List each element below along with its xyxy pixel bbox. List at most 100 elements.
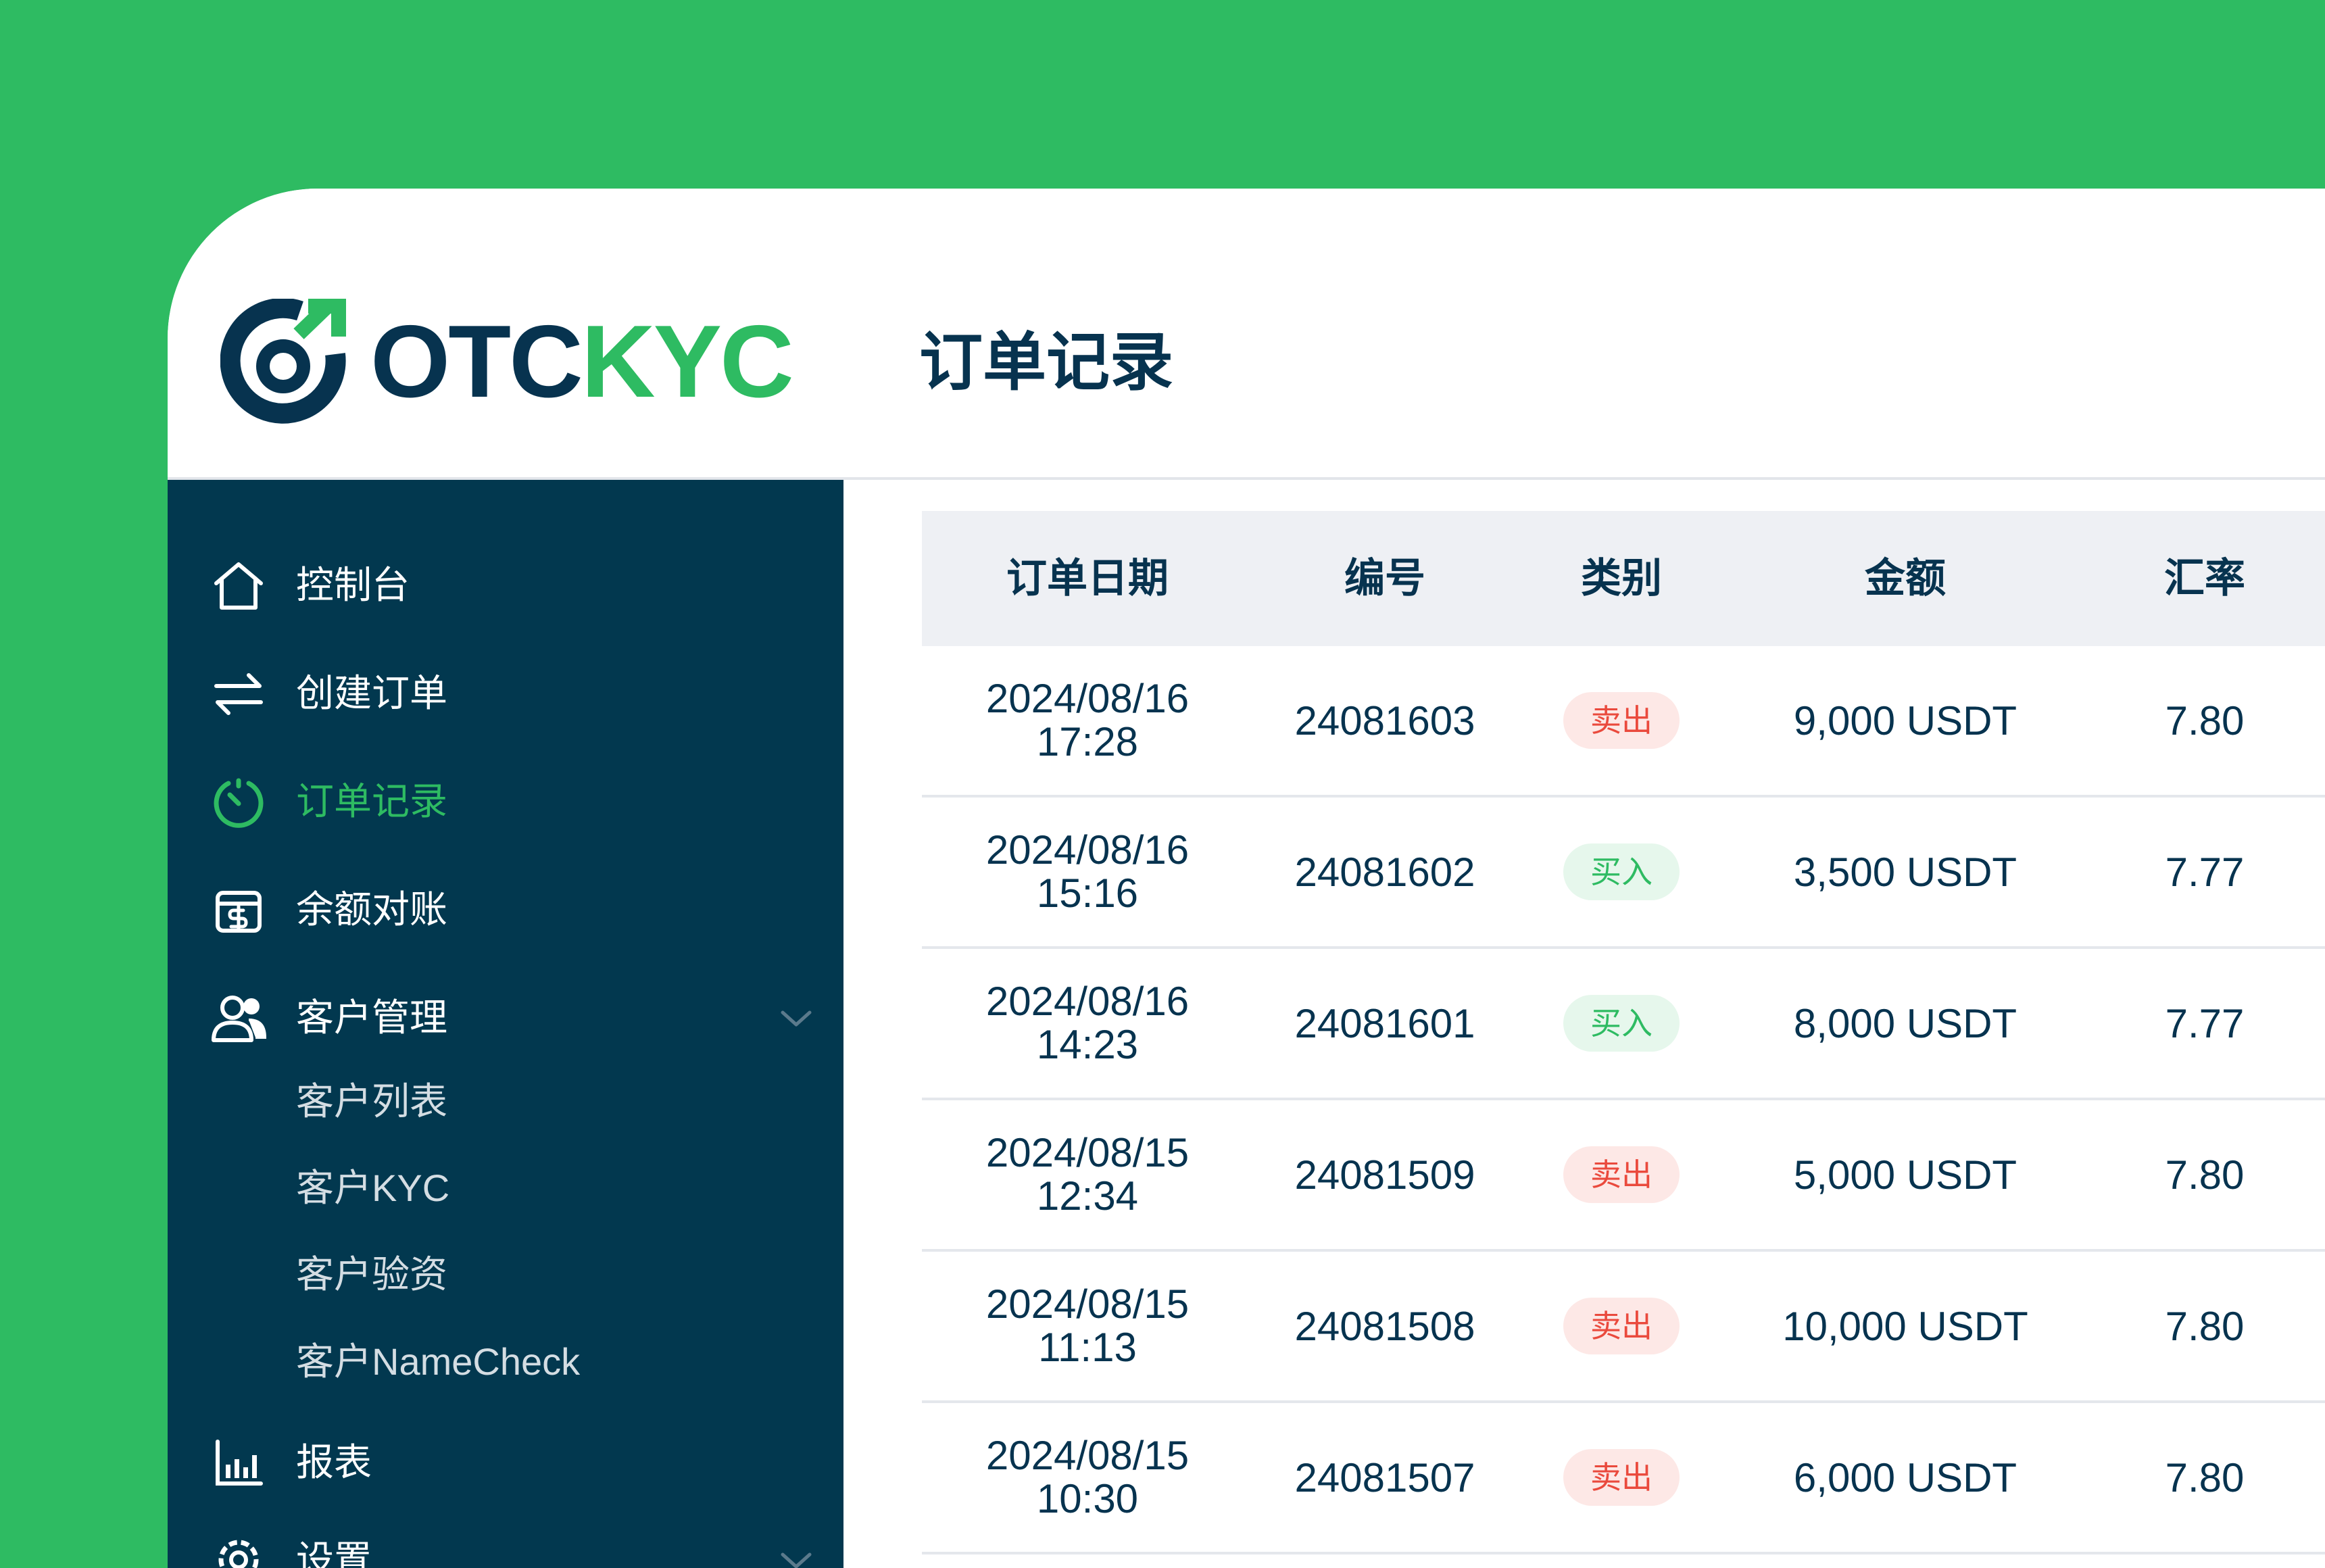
sidebar-subitem-customer-kyc[interactable]: 客户KYC	[168, 1155, 843, 1223]
order-type-cell: 卖出	[1517, 1252, 1726, 1400]
order-amount: 6,000 USDT	[1793, 1454, 2017, 1500]
bar-chart-icon	[216, 1440, 263, 1486]
order-type-cell: 卖出	[1517, 646, 1726, 795]
order-rate: 7.77	[2165, 1000, 2245, 1046]
order-number: 24081603	[1294, 697, 1475, 743]
order-amount: 9,000 USDT	[1793, 697, 2017, 743]
sidebar-item-label: 客户管理	[296, 996, 447, 1039]
order-date-cell: 2024/08/15 11:13	[922, 1252, 1253, 1400]
sidebar-item-label: 控制台	[296, 564, 410, 606]
order-amount: 8,000 USDT	[1793, 1000, 2017, 1046]
sidebar-subitem-customer-list[interactable]: 客户列表	[168, 1069, 843, 1136]
sidebar-item-reports[interactable]: 报表	[168, 1422, 843, 1503]
order-time: 12:34	[1036, 1173, 1139, 1219]
sidebar-item-label: 创建订单	[296, 672, 447, 714]
order-time: 17:28	[1036, 719, 1139, 764]
order-time: 11:13	[1038, 1325, 1137, 1370]
table-row[interactable]: 2024/08/16 15:16 24081602 买入 3,500 USDT 7…	[922, 798, 2325, 949]
order-date: 2024/08/16	[985, 979, 1190, 1024]
app-window: OTCKYC 订单记录 控制台 创建订单 订单记录 余额对账 客户管理 客户列表…	[168, 189, 2325, 1568]
users-icon	[212, 996, 267, 1042]
order-rate: 7.80	[2165, 1454, 2245, 1500]
order-type-badge: 卖出	[1563, 1449, 1680, 1506]
sidebar-item-customer-management[interactable]: 客户管理	[168, 977, 843, 1058]
app-header: OTCKYC 订单记录	[168, 189, 2325, 480]
sidebar-item-create-order[interactable]: 创建订单	[168, 653, 843, 734]
order-amount: 10,000 USDT	[1782, 1303, 2028, 1349]
order-type-badge: 卖出	[1563, 1146, 1680, 1203]
order-time: 14:23	[1036, 1022, 1139, 1067]
sidebar: 控制台 创建订单 订单记录 余额对账 客户管理 客户列表 客户KYC 客户验资 …	[168, 480, 843, 1568]
logo-text-kyc: KYC	[581, 304, 794, 419]
swap-arrows-icon	[214, 673, 263, 715]
sidebar-item-label: 订单记录	[296, 780, 447, 823]
order-number: 24081602	[1294, 849, 1475, 895]
logo-wordmark[interactable]: OTCKYC	[370, 303, 794, 420]
logo-text-otc: OTC	[370, 304, 583, 419]
main-content: 订单日期 编号 类别 金额 汇率 2024/08/16 17:28 2408160…	[843, 480, 2325, 1568]
order-rate: 7.80	[2165, 697, 2245, 743]
order-type-cell: 买入	[1517, 798, 1726, 946]
column-header-type[interactable]: 类别	[1517, 511, 1726, 646]
otckyc-logo-icon[interactable]	[220, 299, 346, 424]
order-date: 2024/08/16	[985, 827, 1190, 873]
sidebar-item-label: 设置	[296, 1538, 372, 1568]
sidebar-subitem-customer-verification[interactable]: 客户验资	[168, 1242, 843, 1309]
order-date-cell: 2024/08/15 10:30	[922, 1403, 1253, 1552]
orders-table: 订单日期 编号 类别 金额 汇率 2024/08/16 17:28 2408160…	[922, 511, 2325, 1554]
table-row[interactable]: 2024/08/15 11:13 24081508 卖出 10,000 USDT …	[922, 1252, 2325, 1403]
order-type-badge: 卖出	[1563, 1298, 1680, 1354]
gear-icon	[218, 1540, 259, 1568]
order-type-badge: 卖出	[1563, 692, 1680, 749]
history-clock-icon	[214, 778, 264, 828]
order-date-cell: 2024/08/16 17:28	[922, 646, 1253, 795]
order-rate: 7.80	[2165, 1152, 2245, 1198]
sidebar-item-order-history[interactable]: 订单记录	[168, 761, 843, 842]
sidebar-subitem-label: 客户列表	[296, 1080, 447, 1123]
order-rate: 7.80	[2165, 1303, 2245, 1349]
table-row[interactable]: 2024/08/15 10:30 24081507 卖出 6,000 USDT 7…	[922, 1403, 2325, 1554]
order-date-cell: 2024/08/15 12:34	[922, 1100, 1253, 1249]
sidebar-item-dashboard[interactable]: 控制台	[168, 545, 843, 626]
order-number: 24081508	[1294, 1303, 1475, 1349]
sidebar-item-label: 报表	[296, 1441, 372, 1484]
column-header-rate[interactable]: 汇率	[2084, 511, 2325, 646]
sidebar-subitem-customer-namecheck[interactable]: 客户NameCheck	[168, 1329, 843, 1396]
home-icon	[214, 562, 263, 610]
page-title: 订单记录	[919, 326, 1174, 397]
chevron-down-icon[interactable]	[777, 1541, 815, 1568]
order-date: 2024/08/16	[985, 676, 1190, 721]
column-header-date[interactable]: 订单日期	[922, 511, 1253, 646]
table-header: 订单日期 编号 类别 金额 汇率	[922, 511, 2325, 646]
order-rate: 7.77	[2165, 849, 2245, 895]
wallet-dollar-icon	[216, 891, 262, 933]
sidebar-subitem-label: 客户KYC	[296, 1167, 450, 1209]
order-type-cell: 卖出	[1517, 1100, 1726, 1249]
order-number: 24081509	[1294, 1152, 1475, 1198]
order-date: 2024/08/15	[985, 1281, 1190, 1327]
order-time: 15:16	[1036, 871, 1139, 916]
order-number: 24081507	[1294, 1454, 1475, 1500]
order-time: 10:30	[1036, 1476, 1139, 1521]
sidebar-subitem-label: 客户验资	[296, 1253, 447, 1296]
table-row[interactable]: 2024/08/16 17:28 24081603 卖出 9,000 USDT 7…	[922, 646, 2325, 798]
order-date: 2024/08/15	[985, 1130, 1190, 1175]
order-date-cell: 2024/08/16 14:23	[922, 949, 1253, 1098]
order-type-cell: 买入	[1517, 949, 1726, 1098]
order-type-badge: 买入	[1563, 995, 1680, 1052]
column-header-number[interactable]: 编号	[1253, 511, 1517, 646]
table-row[interactable]: 2024/08/15 12:34 24081509 卖出 5,000 USDT 7…	[922, 1100, 2325, 1252]
sidebar-subitem-label: 客户NameCheck	[296, 1340, 581, 1383]
order-type-badge: 买入	[1563, 843, 1680, 900]
chevron-down-icon[interactable]	[777, 999, 815, 1037]
sidebar-item-settings[interactable]: 设置	[168, 1519, 843, 1568]
order-date-cell: 2024/08/16 15:16	[922, 798, 1253, 946]
table-row[interactable]: 2024/08/16 14:23 24081601 买入 8,000 USDT 7…	[922, 949, 2325, 1100]
order-number: 24081601	[1294, 1000, 1475, 1046]
column-header-amount[interactable]: 金额	[1726, 511, 2084, 646]
order-amount: 5,000 USDT	[1793, 1152, 2017, 1198]
order-amount: 3,500 USDT	[1793, 849, 2017, 895]
order-date: 2024/08/15	[985, 1433, 1190, 1478]
sidebar-item-balance-reconciliation[interactable]: 余额对账	[168, 869, 843, 950]
order-type-cell: 卖出	[1517, 1403, 1726, 1552]
